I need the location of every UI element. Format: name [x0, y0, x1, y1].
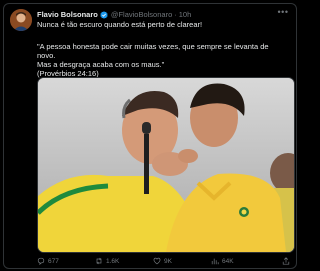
like-button[interactable]: 9K — [153, 257, 211, 265]
repost-button[interactable]: 1.6K — [95, 257, 153, 265]
post-time[interactable]: 10h — [179, 10, 192, 19]
quote-line: Mas a desgraça acaba com os maus." — [37, 60, 165, 69]
display-name[interactable]: Flavio Bolsonaro — [37, 10, 98, 19]
share-icon[interactable] — [282, 257, 290, 265]
tweet-card[interactable]: Flavio Bolsonaro @FlavioBolsonaro · 10h … — [3, 3, 297, 269]
reply-button[interactable]: 677 — [37, 257, 95, 265]
reply-icon — [37, 257, 45, 265]
tweet-quote: "A pessoa honesta pode cair muitas vezes… — [37, 42, 288, 78]
views-count: 64K — [222, 257, 234, 265]
verified-badge-icon — [100, 10, 108, 19]
repost-icon — [96, 257, 102, 265]
action-bar: 677 1.6K 9K 64K — [37, 256, 290, 266]
views-icon — [211, 258, 219, 265]
reply-count: 677 — [48, 257, 59, 265]
like-count: 9K — [164, 257, 172, 265]
avatar[interactable] — [10, 9, 32, 31]
like-icon — [153, 257, 161, 265]
photo-image — [38, 78, 294, 252]
tweet-photo[interactable] — [37, 77, 295, 253]
tweet-text: Nunca é tão escuro quando está perto de … — [37, 20, 203, 29]
views-button[interactable]: 64K — [211, 257, 269, 265]
separator-dot: · — [174, 10, 177, 19]
repost-count: 1.6K — [106, 257, 120, 265]
user-handle[interactable]: @FlavioBolsonaro — [111, 10, 172, 19]
tweet-header: Flavio Bolsonaro @FlavioBolsonaro · 10h — [37, 9, 272, 20]
quote-line: "A pessoa honesta pode cair muitas vezes… — [37, 42, 269, 60]
avatar-image — [10, 9, 32, 31]
ellipsis-icon[interactable]: ••• — [276, 7, 290, 17]
